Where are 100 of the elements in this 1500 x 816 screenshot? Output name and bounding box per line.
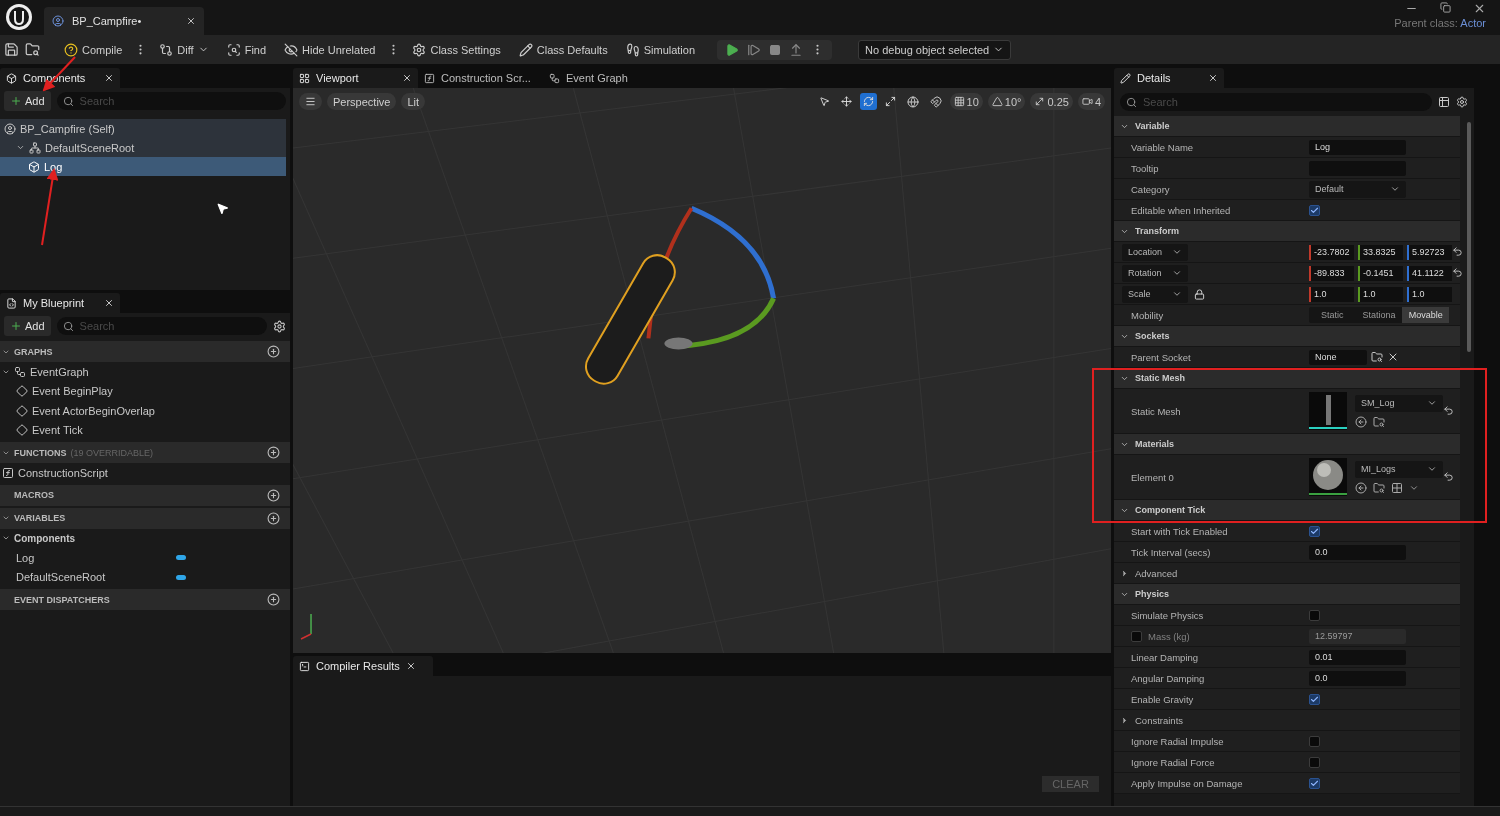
- text-field[interactable]: None: [1309, 349, 1367, 365]
- number-field[interactable]: 33.8325: [1358, 244, 1403, 260]
- mobility-option[interactable]: Static: [1309, 307, 1356, 323]
- number-field[interactable]: -89.833: [1309, 265, 1354, 281]
- dropdown[interactable]: Rotation: [1122, 264, 1188, 282]
- save-icon[interactable]: [4, 42, 19, 57]
- browse-icon[interactable]: [1373, 481, 1385, 494]
- text-field[interactable]: 0.0: [1309, 670, 1406, 686]
- document-tab[interactable]: BP_Campfire•: [44, 7, 204, 35]
- checkbox[interactable]: [1309, 609, 1320, 621]
- reset-arrow-icon[interactable]: [1452, 245, 1463, 257]
- settings-button[interactable]: Class Settings: [406, 37, 507, 62]
- checkbox[interactable]: [1309, 525, 1320, 537]
- text-field[interactable]: 0.0: [1309, 544, 1406, 560]
- browse-icon[interactable]: [1371, 351, 1383, 363]
- section-header[interactable]: MACROS: [0, 484, 290, 506]
- add-button[interactable]: Add: [4, 316, 51, 336]
- table-icon[interactable]: [1438, 96, 1450, 108]
- checkbox[interactable]: [1309, 777, 1320, 789]
- checkbox[interactable]: [1309, 693, 1320, 705]
- settings-icon[interactable]: [273, 319, 286, 333]
- expand-arrow-icon[interactable]: [1120, 715, 1129, 725]
- add-circle-icon[interactable]: [267, 593, 280, 606]
- add-circle-icon[interactable]: [267, 345, 280, 358]
- hide-button[interactable]: Hide Unrelated: [278, 37, 382, 62]
- blueprint-item[interactable]: Event ActorBeginOverlap: [32, 404, 155, 417]
- add-button[interactable]: Add: [4, 91, 51, 111]
- close-icon[interactable]: [402, 73, 412, 83]
- number-field[interactable]: 1.0: [1358, 286, 1403, 302]
- globe-icon[interactable]: [906, 95, 919, 108]
- section-header[interactable]: GRAPHS: [0, 341, 290, 362]
- settings-icon[interactable]: [1456, 96, 1468, 108]
- mobility-option[interactable]: Movable: [1402, 307, 1449, 323]
- add-circle-icon[interactable]: [267, 446, 280, 459]
- my-blueprint-tab[interactable]: My Blueprint: [0, 293, 120, 313]
- checkbox[interactable]: [1309, 204, 1320, 216]
- magnet-icon[interactable]: [929, 95, 942, 108]
- scrollbar[interactable]: [1467, 122, 1471, 352]
- reset-arrow-icon[interactable]: [1452, 266, 1463, 278]
- play-icon[interactable]: [725, 42, 740, 57]
- browse-icon[interactable]: [1373, 415, 1385, 428]
- dropdown[interactable]: Default: [1309, 180, 1406, 198]
- text-field[interactable]: Log: [1309, 139, 1406, 155]
- material-thumbnail[interactable]: [1309, 458, 1347, 496]
- compiler-results-tab[interactable]: Compiler Results: [293, 656, 433, 676]
- editor-tab[interactable]: Construction Scr...: [418, 68, 543, 88]
- number-field[interactable]: -23.7802: [1309, 244, 1354, 260]
- category-label[interactable]: Components: [14, 532, 76, 544]
- number-field[interactable]: 41.1122: [1407, 265, 1452, 281]
- compile-button[interactable]: Compile: [58, 37, 129, 62]
- checker-icon[interactable]: [1391, 481, 1403, 494]
- asset-dropdown[interactable]: SM_Log: [1355, 394, 1443, 412]
- mesh-thumbnail[interactable]: [1309, 392, 1347, 430]
- checkbox[interactable]: [1131, 630, 1142, 642]
- number-field[interactable]: 1.0: [1309, 286, 1354, 302]
- asset-dropdown[interactable]: MI_Logs: [1355, 460, 1443, 478]
- eject-icon[interactable]: [789, 42, 804, 57]
- add-circle-icon[interactable]: [267, 488, 280, 502]
- checkbox[interactable]: [1309, 735, 1320, 747]
- reset-arrow-icon[interactable]: [1443, 470, 1454, 482]
- stop-icon[interactable]: [769, 43, 782, 56]
- clear-icon[interactable]: [1387, 351, 1399, 363]
- mobility-option[interactable]: Stationa: [1355, 307, 1403, 323]
- blueprint-item[interactable]: ConstructionScript: [18, 466, 108, 479]
- engine-logo-icon[interactable]: [4, 2, 34, 32]
- restore-icon[interactable]: [1440, 2, 1451, 13]
- use-selected-icon[interactable]: [1355, 415, 1367, 428]
- step-icon[interactable]: [747, 42, 762, 57]
- browse-icon[interactable]: [25, 42, 40, 57]
- section-header[interactable]: VARIABLES: [0, 507, 290, 529]
- text-field[interactable]: 0.01: [1309, 649, 1406, 665]
- close-icon[interactable]: [405, 661, 416, 671]
- debug-object-dropdown[interactable]: No debug object selected: [858, 39, 1012, 60]
- dropdown[interactable]: Scale: [1122, 285, 1188, 303]
- lock-icon[interactable]: [1194, 288, 1205, 300]
- editor-tab[interactable]: Event Graph: [543, 68, 668, 88]
- blueprint-item[interactable]: Log: [16, 551, 35, 564]
- expand-arrow-icon[interactable]: [1120, 568, 1129, 578]
- close-icon[interactable]: [1208, 73, 1218, 83]
- diff-button[interactable]: Diff: [153, 37, 215, 62]
- component-tree-item[interactable]: Log: [0, 157, 286, 176]
- close-icon[interactable]: [104, 298, 114, 308]
- defaults-button[interactable]: Class Defaults: [512, 37, 614, 62]
- editor-tab[interactable]: Viewport: [293, 68, 418, 88]
- close-icon[interactable]: [186, 16, 196, 26]
- use-selected-icon[interactable]: [1355, 481, 1367, 494]
- component-tree-item[interactable]: DefaultSceneRoot: [0, 138, 286, 157]
- find-button[interactable]: Find: [220, 37, 273, 62]
- component-tree-item[interactable]: BP_Campfire (Self): [0, 119, 286, 138]
- snap-setting[interactable]: 0.25: [1030, 93, 1073, 110]
- details-tab[interactable]: Details: [1114, 68, 1224, 88]
- blueprint-item[interactable]: Event BeginPlay: [32, 385, 113, 398]
- blueprint-item[interactable]: DefaultSceneRoot: [16, 571, 106, 584]
- section-header[interactable]: EVENT DISPATCHERS: [0, 589, 290, 610]
- close-icon[interactable]: [1473, 2, 1486, 15]
- dropdown[interactable]: Location: [1122, 243, 1188, 261]
- number-field[interactable]: 5.92723: [1407, 244, 1452, 260]
- reset-arrow-icon[interactable]: [1443, 404, 1454, 416]
- number-field[interactable]: 1.0: [1407, 286, 1452, 302]
- blueprint-item[interactable]: EventGraph: [30, 365, 89, 378]
